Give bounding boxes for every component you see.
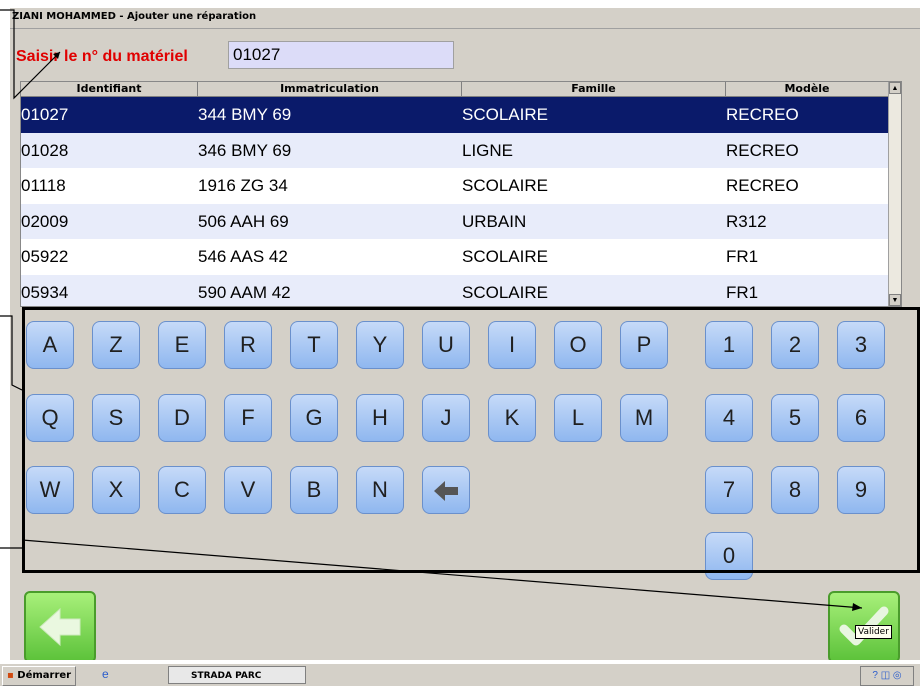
windows-logo-icon: ▪ (7, 670, 14, 681)
tray-sync-icon[interactable]: ◎ (893, 670, 902, 681)
system-tray: ? ◫ ◎ (860, 666, 914, 686)
taskbar: ▪ Démarrer e STRADA PARC ? ◫ ◎ (0, 663, 920, 686)
taskbar-task-strada-parc[interactable]: STRADA PARC (168, 666, 306, 684)
start-button[interactable]: ▪ Démarrer (2, 666, 77, 686)
tray-network-icon[interactable]: ◫ (881, 670, 890, 681)
internet-explorer-icon[interactable]: e (102, 667, 118, 683)
tray-help-icon[interactable]: ? (872, 670, 878, 681)
start-label: Démarrer (17, 670, 72, 681)
annotation-lines (0, 9, 863, 611)
